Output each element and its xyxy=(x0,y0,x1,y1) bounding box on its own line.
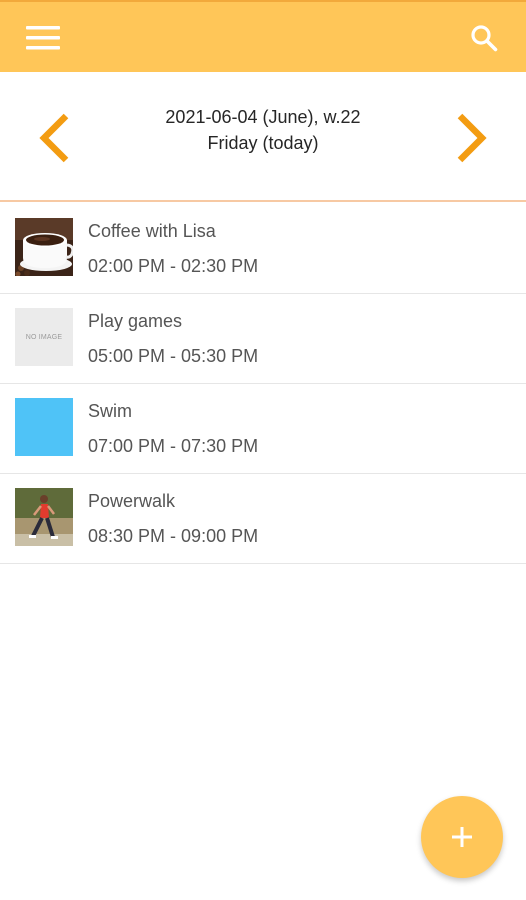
previous-day-button[interactable] xyxy=(32,108,76,168)
event-time: 07:00 PM - 07:30 PM xyxy=(88,436,259,456)
chevron-left-icon xyxy=(39,113,69,163)
no-image-label: NO IMAGE xyxy=(25,333,63,341)
event-title: Swim xyxy=(88,401,132,421)
event-title: Coffee with Lisa xyxy=(88,221,216,241)
blue-color-swatch xyxy=(15,398,73,456)
event-list: Coffee with Lisa 02:00 PM - 02:30 PM NO … xyxy=(0,204,526,564)
menu-button[interactable] xyxy=(22,20,64,56)
next-day-button[interactable] xyxy=(450,108,494,168)
hamburger-menu-icon xyxy=(26,26,60,50)
event-time: 02:00 PM - 02:30 PM xyxy=(88,256,259,276)
date-navigator: 2021-06-04 (June), w.22 Friday (today) xyxy=(0,72,526,202)
coffee-cup-photo xyxy=(15,218,73,276)
event-title: Powerwalk xyxy=(88,491,176,511)
event-item-play-games[interactable]: NO IMAGE Play games 05:00 PM - 05:30 PM xyxy=(0,294,526,384)
no-image-placeholder: NO IMAGE xyxy=(15,308,73,366)
date-line: 2021-06-04 (June), w.22 xyxy=(165,107,361,127)
chevron-right-icon xyxy=(457,113,487,163)
current-date: 2021-06-04 (June), w.22 Friday (today) xyxy=(100,104,426,156)
event-item-powerwalk[interactable]: Powerwalk 08:30 PM - 09:00 PM xyxy=(0,474,526,564)
search-button[interactable] xyxy=(466,20,502,56)
event-time: 08:30 PM - 09:00 PM xyxy=(88,526,259,546)
add-event-button[interactable] xyxy=(421,796,503,878)
plus-icon xyxy=(452,827,472,847)
walker-photo xyxy=(15,488,73,546)
event-title: Play games xyxy=(88,311,183,331)
app-bar xyxy=(0,0,526,72)
search-icon xyxy=(471,25,498,52)
day-line: Friday (today) xyxy=(207,133,319,153)
event-item-swim[interactable]: Swim 07:00 PM - 07:30 PM xyxy=(0,384,526,474)
app-screen: 2021-06-04 (June), w.22 Friday (today) C… xyxy=(0,0,526,900)
event-time: 05:00 PM - 05:30 PM xyxy=(88,346,259,366)
event-item-coffee[interactable]: Coffee with Lisa 02:00 PM - 02:30 PM xyxy=(0,204,526,294)
